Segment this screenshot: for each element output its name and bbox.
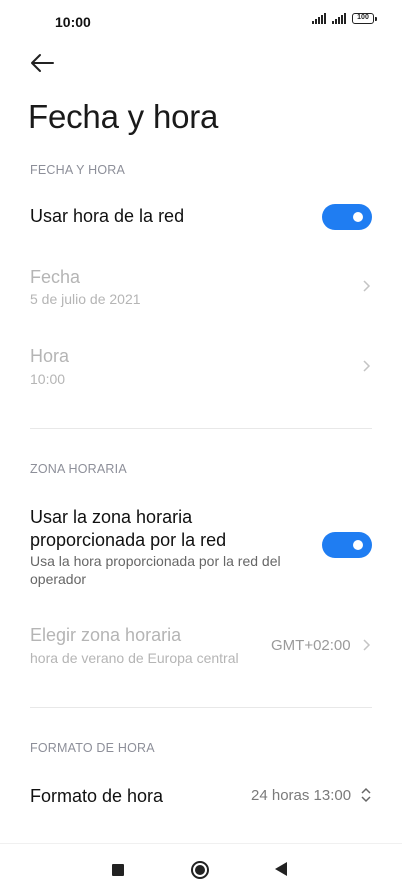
time-label: Hora <box>30 346 70 366</box>
date-value: 5 de julio de 2021 <box>30 291 141 307</box>
home-circle-icon[interactable] <box>191 861 209 879</box>
network-timezone-sub-line1: Usa la hora proporcionada por la red del <box>30 553 281 569</box>
navigation-bar <box>0 843 402 894</box>
back-button[interactable] <box>28 50 58 76</box>
status-bar: 10:00 100 <box>0 0 402 44</box>
choose-timezone-sub: hora de verano de Europa central <box>30 650 239 666</box>
network-time-label: Usar hora de la red <box>30 206 185 226</box>
toggle-knob <box>353 212 363 222</box>
chevron-right-icon <box>363 360 371 372</box>
status-icons: 100 <box>312 13 377 24</box>
network-time-toggle[interactable] <box>322 204 372 230</box>
divider <box>30 707 372 708</box>
battery-level: 100 <box>357 14 369 21</box>
section-header-date-time: FECHA Y HORA <box>30 163 126 177</box>
section-header-timezone: ZONA HORARIA <box>30 462 127 476</box>
page-title: Fecha y hora <box>28 98 219 135</box>
signal-icon <box>312 13 326 24</box>
choose-timezone-value: GMT+02:00 <box>271 637 351 654</box>
back-triangle-icon[interactable] <box>275 862 287 876</box>
network-timezone-toggle[interactable] <box>322 532 372 558</box>
time-format-value: 24 horas 13:00 <box>251 787 352 804</box>
network-timezone-label-line2: proporcionada por la red <box>30 530 227 550</box>
date-label: Fecha <box>30 267 81 287</box>
toggle-knob <box>353 540 363 550</box>
divider <box>30 428 372 429</box>
recents-square-icon[interactable] <box>112 864 124 876</box>
battery-icon: 100 <box>352 13 377 24</box>
time-format-label: Formato de hora <box>30 786 164 806</box>
network-timezone-label-line1: Usar la zona horaria <box>30 507 193 527</box>
arrow-left-icon <box>31 54 54 72</box>
chevron-up-down-icon <box>361 787 371 803</box>
status-time: 10:00 <box>55 14 91 30</box>
time-value: 10:00 <box>30 371 66 387</box>
signal-icon <box>332 13 346 24</box>
choose-timezone-label: Elegir zona horaria <box>30 625 182 645</box>
chevron-right-icon <box>363 280 371 292</box>
section-header-time-format: FORMATO DE HORA <box>30 741 155 755</box>
chevron-right-icon <box>363 639 371 651</box>
network-timezone-sub-line2: operador <box>30 571 87 587</box>
